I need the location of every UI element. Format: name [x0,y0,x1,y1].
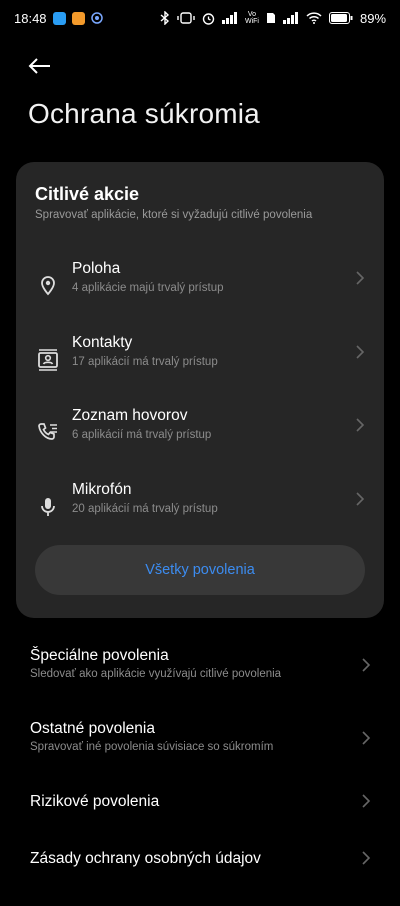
chevron-right-icon [356,492,365,506]
row-special-permissions[interactable]: Špeciálne povolenia Sledovať ako aplikác… [0,647,400,703]
row-risky-permissions[interactable]: Rizikové povolenia [0,793,400,849]
sensitive-actions-card: Citlivé akcie Spravovať aplikácie, ktoré… [16,162,384,618]
card-title: Citlivé akcie [35,184,140,204]
permission-status: 17 aplikácií má trvalý prístup [72,356,218,368]
wifi-icon [306,12,322,24]
permission-item-location[interactable]: Poloha 4 aplikácie majú trvalý prístup [16,260,384,320]
sim-icon [266,12,276,24]
vowifi-icon: Vo WiFi [244,11,259,25]
call-log-icon [38,423,57,440]
network-app-icon [90,12,103,24]
battery-percentage: 89% [359,10,386,26]
signal-icon [221,12,238,24]
all-permissions-button[interactable]: Všetky povolenia [35,545,365,595]
permission-label: Zoznam hovorov [72,407,188,424]
status-time: 18:48 [14,10,47,26]
card-subtitle: Spravovať aplikácie, ktoré si vyžadujú c… [35,209,313,221]
row-label: Zásady ochrany osobných údajov [30,850,261,867]
bluetooth-icon [160,11,170,25]
contacts-icon [38,349,58,371]
microphone-icon [41,498,55,516]
permission-item-call-log[interactable]: Zoznam hovorov 6 aplikácií má trvalý prí… [16,407,384,467]
row-other-permissions[interactable]: Ostatné povolenia Spravovať iné povoleni… [0,720,400,776]
permission-item-contacts[interactable]: Kontakty 17 aplikácií má trvalý prístup [16,334,384,394]
arrow-left-icon [28,58,50,74]
row-subtitle: Sledovať ako aplikácie využívajú citlivé… [30,668,282,680]
permission-label: Kontakty [72,334,133,351]
chevron-right-icon [356,345,365,359]
chevron-right-icon [362,794,371,808]
row-subtitle: Spravovať iné povolenia súvisiace so súk… [30,741,274,753]
status-bar: 18:48 Vo WiFi 89% [0,0,400,36]
row-privacy-policy[interactable]: Zásady ochrany osobných údajov [0,850,400,906]
gallery-app-icon [52,11,66,25]
row-label: Špeciálne povolenia [30,647,169,664]
permission-item-microphone[interactable]: Mikrofón 20 aplikácií má trvalý prístup [16,481,384,541]
alarm-icon [202,12,215,25]
permission-status: 20 aplikácií má trvalý prístup [72,503,218,515]
chevron-right-icon [356,271,365,285]
permission-label: Poloha [72,260,121,277]
vibrate-icon [177,12,195,24]
battery-icon [328,12,353,24]
chevron-right-icon [356,418,365,432]
location-icon [41,276,55,296]
signal-2-icon [282,12,299,24]
chevron-right-icon [362,851,371,865]
mail-app-icon [71,11,85,25]
page-title: Ochrana súkromia [28,98,260,129]
back-button[interactable] [26,52,54,80]
chevron-right-icon [362,658,371,672]
permission-status: 6 aplikácií má trvalý prístup [72,429,212,441]
permission-status: 4 aplikácie majú trvalý prístup [72,282,224,294]
chevron-right-icon [362,731,371,745]
row-label: Rizikové povolenia [30,793,160,810]
row-label: Ostatné povolenia [30,720,155,737]
permission-label: Mikrofón [72,481,132,498]
